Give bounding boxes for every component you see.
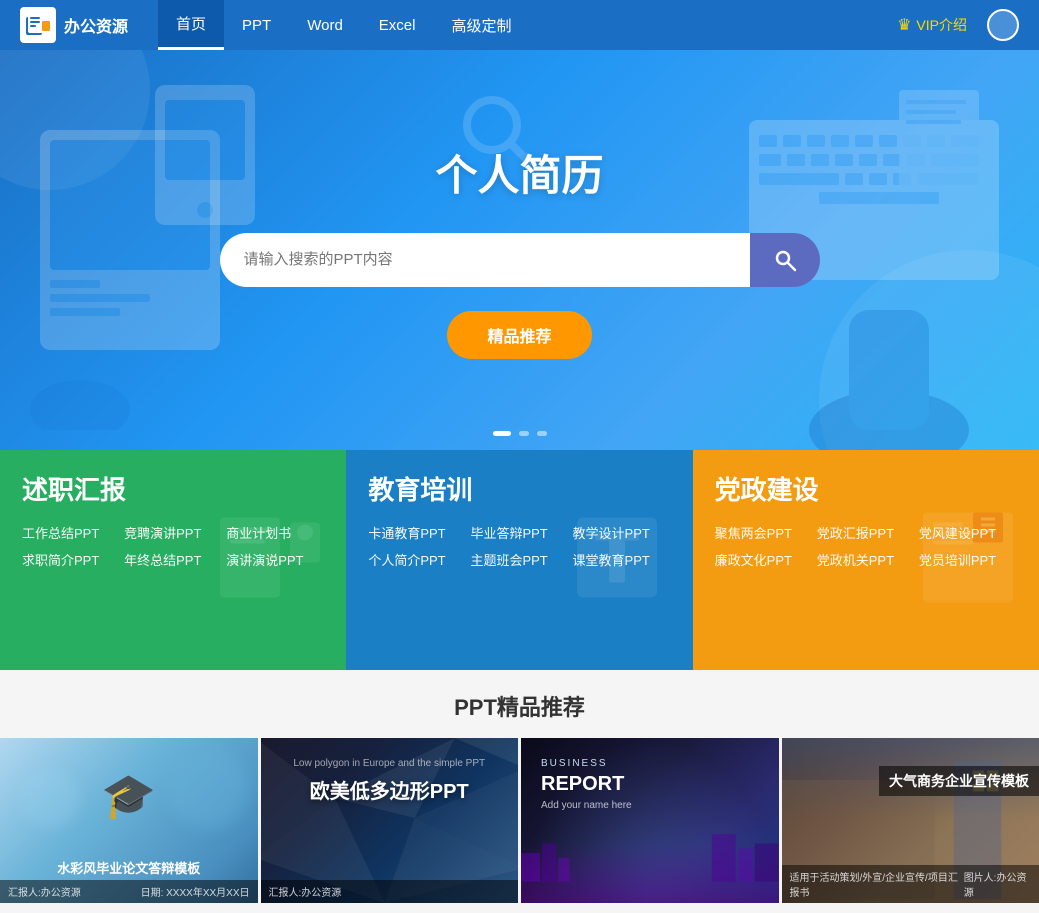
cat-link-graduation[interactable]: 毕业答辩PPT (470, 523, 568, 542)
logo-text: 办公资源 (64, 13, 128, 37)
card4-meta-text: 适用于活动策划/外宣/企业宣传/项目汇报书 (790, 869, 964, 899)
nav-home[interactable]: 首页 (158, 0, 224, 50)
cat-link-integrity[interactable]: 廉政文化PPT (715, 550, 813, 569)
user-avatar[interactable] (987, 9, 1019, 41)
cat-link-theme[interactable]: 主题班会PPT (470, 550, 568, 569)
hero-carousel-dots (493, 431, 547, 436)
search-bar (220, 233, 820, 287)
cat-link-yearend[interactable]: 年终总结PPT (124, 550, 222, 569)
nav-ppt[interactable]: PPT (224, 0, 289, 50)
card1-main-text: 水彩风毕业论文答辩模板 (0, 858, 258, 877)
city-skyline (521, 823, 779, 883)
cat-link-teaching[interactable]: 教学设计PPT (573, 523, 671, 542)
watercolor-blob-1 (168, 748, 248, 828)
navbar-right: ♛ VIP介绍 (897, 9, 1019, 41)
search-input[interactable] (220, 233, 750, 287)
card1-meta: 汇报人:办公资源 日期: XXXX年XX月XX日 (0, 880, 258, 903)
card4-meta: 适用于活动策划/外宣/企业宣传/项目汇报书 图片人:办公资源 (782, 865, 1039, 903)
category-party-links: 聚焦两会PPT 党政汇报PPT 党风建设PPT 廉政文化PPT 党政机关PPT … (715, 523, 1017, 569)
ppt-card-1[interactable]: 🎓 水彩风毕业论文答辩模板 汇报人:办公资源 日期: XXXX年XX月XX日 (0, 738, 258, 903)
navbar: 办公资源 首页 PPT Word Excel 高级定制 ♛ VIP介绍 (0, 0, 1039, 50)
cat-link-training[interactable]: 党员培训PPT (919, 550, 1017, 569)
cat-link-speech2[interactable]: 演讲演说PPT (226, 550, 324, 569)
ppt-section-title: PPT精品推荐 (0, 690, 1039, 722)
dot-2[interactable] (519, 431, 529, 436)
card2-meta: 汇报人:办公资源 (261, 880, 519, 903)
category-party-title: 党政建设 (715, 470, 1017, 507)
category-education: 教育培训 卡通教育PPT 毕业答辩PPT 教学设计PPT 个人简介PPT 主题班… (346, 450, 692, 670)
vip-label: VIP介绍 (916, 15, 967, 35)
category-party: 党政建设 聚焦两会PPT 党政汇报PPT 党风建设PPT 廉政文化PPT 党政机… (693, 450, 1039, 670)
cat-link-work-summary[interactable]: 工作总结PPT (22, 523, 120, 542)
graduation-cap-icon: 🎓 (99, 766, 159, 826)
cat-link-class[interactable]: 课堂教育PPT (573, 550, 671, 569)
card3-content: BUSINESS REPORT Add your name here (541, 758, 759, 811)
cat-link-party-style[interactable]: 党风建设PPT (919, 523, 1017, 542)
category-education-links: 卡通教育PPT 毕业答辩PPT 教学设计PPT 个人简介PPT 主题班会PPT … (368, 523, 670, 569)
cat-link-party-report[interactable]: 党政汇报PPT (817, 523, 915, 542)
hero-banner: 个人简历 精品推荐 (0, 50, 1039, 450)
hero-deco-hand (799, 250, 979, 450)
card2-source: 汇报人:办公资源 (269, 884, 342, 899)
card1-date: 日期: XXXX年XX月XX日 (141, 884, 250, 899)
card4-title-box: 大气商务企业宣传模板 (879, 766, 1039, 796)
cat-link-cartoon-edu[interactable]: 卡通教育PPT (368, 523, 466, 542)
cat-link-bizplan[interactable]: 商业计划书 (226, 523, 324, 542)
ppt-section: PPT精品推荐 🎓 水彩风毕业论文答辩模板 汇报人:办公资源 日期: XXXX年… (0, 670, 1039, 913)
dot-1[interactable] (493, 431, 511, 436)
nav-word[interactable]: Word (289, 0, 361, 50)
dot-3[interactable] (537, 431, 547, 436)
categories-section: 述职汇报 工作总结PPT 竞聘演讲PPT 商业计划书 求职简介PPT 年终总结P… (0, 450, 1039, 670)
cat-link-intro[interactable]: 个人简介PPT (368, 550, 466, 569)
category-report-title: 述职汇报 (22, 470, 324, 507)
vip-button[interactable]: ♛ VIP介绍 (897, 15, 967, 35)
ppt-card-2[interactable]: Low polygon in Europe and the simple PPT… (261, 738, 519, 903)
watercolor-blob-2 (20, 768, 80, 828)
hero-title: 个人简历 (435, 142, 603, 203)
site-logo[interactable]: 办公资源 (20, 7, 128, 43)
hero-deco-tablet (150, 80, 260, 230)
nav-excel[interactable]: Excel (361, 0, 434, 50)
cat-link-speech[interactable]: 竞聘演讲PPT (124, 523, 222, 542)
category-report: 述职汇报 工作总结PPT 竞聘演讲PPT 商业计划书 求职简介PPT 年终总结P… (0, 450, 346, 670)
cat-link-congress[interactable]: 聚焦两会PPT (715, 523, 813, 542)
category-education-title: 教育培训 (368, 470, 670, 507)
nav-custom[interactable]: 高级定制 (433, 0, 529, 50)
card2-content: Low polygon in Europe and the simple PPT… (261, 758, 519, 804)
card3-main-text: REPORT (541, 773, 759, 796)
ppt-card-3[interactable]: BUSINESS REPORT Add your name here (521, 738, 779, 903)
card3-eyebrow: BUSINESS (541, 758, 759, 769)
search-button[interactable] (750, 233, 820, 287)
card3-subtitle: Add your name here (541, 800, 759, 811)
card1-author: 汇报人:办公资源 (8, 884, 81, 899)
cat-link-gov[interactable]: 党政机关PPT (817, 550, 915, 569)
card4-source: 图片人:办公资源 (964, 869, 1031, 899)
search-icon (773, 248, 797, 272)
category-report-links: 工作总结PPT 竞聘演讲PPT 商业计划书 求职简介PPT 年终总结PPT 演讲… (22, 523, 324, 569)
card2-subtitle: Low polygon in Europe and the simple PPT (261, 758, 519, 769)
logo-icon (20, 7, 56, 43)
nav-links: 首页 PPT Word Excel 高级定制 (158, 0, 529, 50)
featured-button[interactable]: 精品推荐 (447, 311, 591, 359)
cat-link-resume[interactable]: 求职简介PPT (22, 550, 120, 569)
ppt-grid: 🎓 水彩风毕业论文答辩模板 汇报人:办公资源 日期: XXXX年XX月XX日 (0, 738, 1039, 903)
card4-main-text: 大气商务企业宣传模板 (889, 773, 1029, 789)
card2-main-text: 欧美低多边形PPT (261, 775, 519, 804)
crown-icon: ♛ (897, 15, 911, 35)
ppt-card-4[interactable]: 大气商务企业宣传模板 适用于活动策划/外宣/企业宣传/项目汇报书 图片人:办公资… (782, 738, 1039, 903)
